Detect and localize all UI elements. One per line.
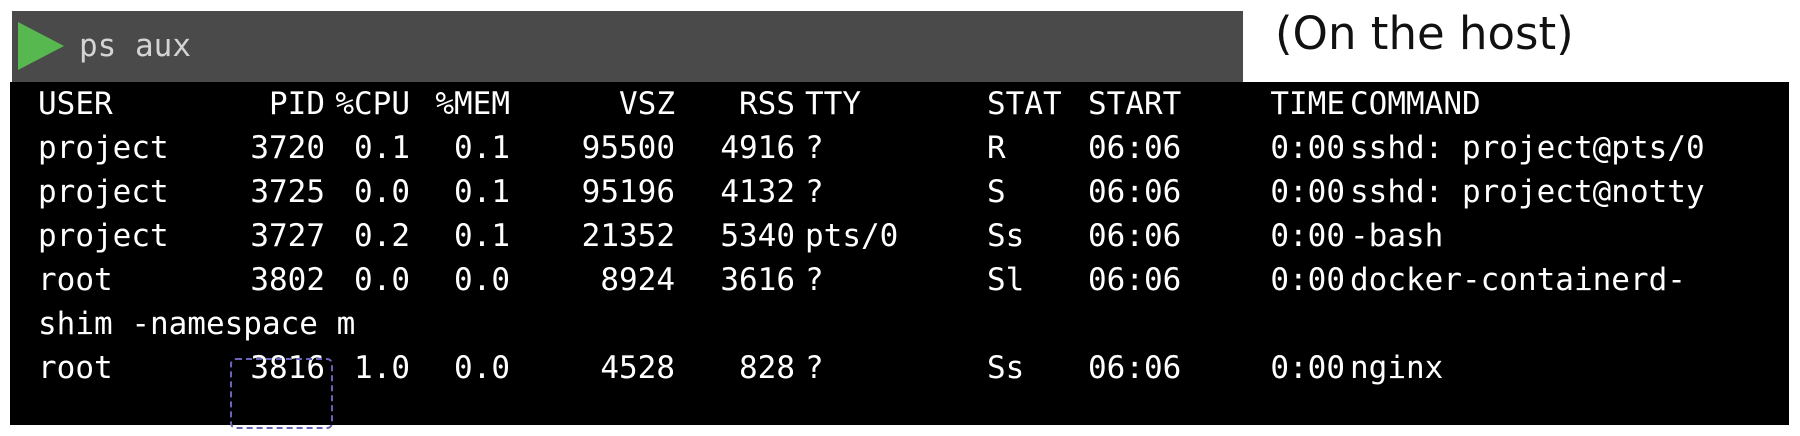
cell-mem: 0.0	[454, 262, 510, 298]
command-bar: ps aux	[12, 11, 1243, 82]
cell-pid: 3725	[250, 174, 325, 210]
host-caption: (On the host)	[1275, 7, 1574, 60]
pid-highlight-box	[230, 358, 333, 429]
header-cpu: %CPU	[335, 86, 410, 122]
cell-stat: Ss	[987, 218, 1025, 254]
cell-pid: 3727	[250, 218, 325, 254]
cell-rss: 5340	[720, 218, 795, 254]
cell-rss: 4916	[720, 130, 795, 166]
cell-start: 06:06	[1088, 350, 1182, 386]
cell-user: project	[38, 218, 169, 254]
cell-tty: ?	[805, 130, 824, 166]
cell-stat: Sl	[987, 262, 1025, 298]
command-text: ps aux	[79, 28, 191, 64]
cell-command-continuation: shim -namespace m	[38, 306, 356, 342]
cell-vsz: 21352	[581, 218, 675, 254]
header-tty: TTY	[805, 86, 861, 122]
header-start: START	[1088, 86, 1182, 122]
cell-user: project	[38, 130, 169, 166]
cell-time: 0:00	[1270, 130, 1345, 166]
header-user: USER	[38, 86, 113, 122]
cell-command: -bash	[1350, 218, 1444, 254]
header-command: COMMAND	[1350, 86, 1481, 122]
header-pid: PID	[269, 86, 325, 122]
table-row: project 3727 0.2 0.1 21352 5340 pts/0 Ss…	[10, 214, 1789, 258]
cell-start: 06:06	[1088, 130, 1182, 166]
header-stat: STAT	[987, 86, 1062, 122]
cell-command: nginx	[1350, 350, 1444, 386]
cell-pid: 3720	[250, 130, 325, 166]
cell-tty: pts/0	[805, 218, 899, 254]
cell-start: 06:06	[1088, 174, 1182, 210]
cell-start: 06:06	[1088, 218, 1182, 254]
cell-cpu: 0.0	[354, 262, 410, 298]
table-row: project 3720 0.1 0.1 95500 4916 ? R 06:0…	[10, 126, 1789, 170]
cell-user: project	[38, 174, 169, 210]
cell-mem: 0.1	[454, 130, 510, 166]
table-row: project 3725 0.0 0.1 95196 4132 ? S 06:0…	[10, 170, 1789, 214]
cell-tty: ?	[805, 350, 824, 386]
cell-vsz: 4528	[600, 350, 675, 386]
cell-time: 0:00	[1270, 350, 1345, 386]
cell-start: 06:06	[1088, 262, 1182, 298]
header-vsz: VSZ	[619, 86, 675, 122]
cell-vsz: 95196	[581, 174, 675, 210]
cell-rss: 3616	[720, 262, 795, 298]
cell-cpu: 1.0	[354, 350, 410, 386]
cell-cpu: 0.2	[354, 218, 410, 254]
cell-vsz: 95500	[581, 130, 675, 166]
cell-stat: Ss	[987, 350, 1025, 386]
cell-tty: ?	[805, 262, 824, 298]
play-icon[interactable]	[18, 22, 64, 70]
cell-command: docker-containerd-	[1350, 262, 1686, 298]
cell-time: 0:00	[1270, 174, 1345, 210]
cell-mem: 0.0	[454, 350, 510, 386]
cell-user: root	[38, 262, 113, 298]
header-time: TIME	[1270, 86, 1345, 122]
cell-mem: 0.1	[454, 174, 510, 210]
table-row: root 3802 0.0 0.0 8924 3616 ? Sl 06:06 0…	[10, 258, 1789, 302]
header-rss: RSS	[739, 86, 795, 122]
cell-cpu: 0.0	[354, 174, 410, 210]
cell-command: sshd: project@pts/0	[1350, 130, 1705, 166]
table-header-row: USER PID %CPU %MEM VSZ RSS TTY STAT STAR…	[10, 82, 1789, 126]
header-mem: %MEM	[435, 86, 510, 122]
cell-mem: 0.1	[454, 218, 510, 254]
cell-user: root	[38, 350, 113, 386]
terminal-output: USER PID %CPU %MEM VSZ RSS TTY STAT STAR…	[10, 82, 1789, 429]
cell-rss: 4132	[720, 174, 795, 210]
table-row-continuation: shim -namespace m	[10, 302, 1789, 346]
cell-time: 0:00	[1270, 218, 1345, 254]
cell-cpu: 0.1	[354, 130, 410, 166]
cell-time: 0:00	[1270, 262, 1345, 298]
cell-rss: 828	[739, 350, 795, 386]
cell-vsz: 8924	[600, 262, 675, 298]
cell-command: sshd: project@notty	[1350, 174, 1705, 210]
cell-stat: R	[987, 130, 1006, 166]
cell-pid: 3802	[250, 262, 325, 298]
cell-tty: ?	[805, 174, 824, 210]
cell-stat: S	[987, 174, 1006, 210]
